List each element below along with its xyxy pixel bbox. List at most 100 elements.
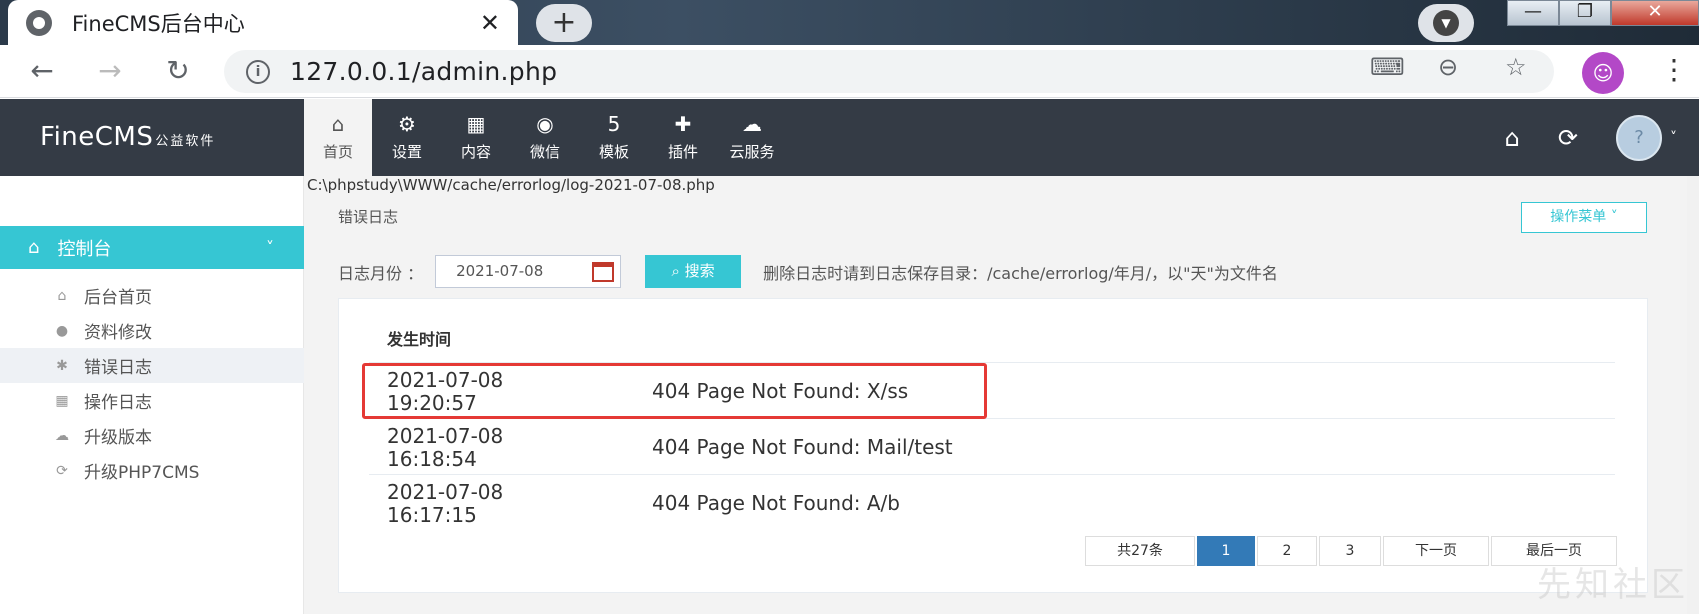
cloud-icon: ☁	[55, 427, 69, 444]
table-row: 2021-07-08 16:18:54 404 Page Not Found: …	[369, 419, 1615, 475]
nav-wechat[interactable]: ◉ 微信	[511, 99, 579, 176]
sidebar-item-label: 升级PHP7CMS	[84, 463, 200, 483]
search-button[interactable]: ⌕ 搜索	[645, 255, 742, 288]
log-table: 发生时间 2021-07-08 19:20:57 404 Page Not Fo…	[362, 317, 1615, 531]
close-tab-icon[interactable]: ✕	[480, 9, 500, 37]
more-menu-icon[interactable]: ⋮	[1660, 53, 1688, 86]
nav-plugins[interactable]: ✚ 插件	[649, 99, 717, 176]
sidebar-item-home[interactable]: ⌂ 后台首页	[0, 278, 304, 313]
row-clock: 16:18:54	[387, 447, 477, 471]
row-date: 2021-07-08	[387, 424, 504, 448]
sidebar-header-label: 控制台	[57, 238, 112, 260]
chevron-down-icon: ˅	[266, 238, 274, 257]
table-row: 2021-07-08 16:17:15 404 Page Not Found: …	[369, 475, 1615, 531]
sidebar-item-upgrade-php7cms[interactable]: ⟳ 升级PHP7CMS	[0, 453, 304, 488]
date-value: 2021-07-08	[456, 262, 544, 280]
delete-note: 删除日志时请到日志保存目录：/cache/errorlog/年月/，以"天"为文…	[763, 263, 1278, 283]
sidebar-item-label: 错误日志	[84, 358, 152, 378]
nav-template[interactable]: 5 模板	[580, 99, 648, 176]
home-icon: ⌂	[57, 287, 67, 304]
star-icon[interactable]: ☆	[1505, 53, 1527, 81]
log-panel: 发生时间 2021-07-08 19:20:57 404 Page Not Fo…	[338, 298, 1648, 593]
table-header-time: 发生时间	[369, 317, 1615, 363]
file-path: C:\phpstudy\WWW/cache/errorlog/log-2021-…	[307, 176, 715, 194]
date-input[interactable]: 2021-07-08	[435, 255, 622, 288]
window-close-button[interactable]: ✕	[1611, 0, 1699, 26]
chevron-down-icon: ▼	[1433, 10, 1459, 36]
url-text: 127.0.0.1/admin.php	[290, 57, 558, 86]
filter-row: 日志月份 ： 2021-07-08 ⌕ 搜索 删除日志时请到日志保存目录：/ca…	[338, 255, 1278, 288]
user-icon: ●	[55, 322, 69, 339]
table-row: 2021-07-08 19:20:57 404 Page Not Found: …	[362, 363, 1615, 419]
search-label: 搜索	[684, 262, 715, 280]
sidebar-item-label: 升级版本	[84, 428, 152, 448]
forward-icon[interactable]: →	[92, 53, 128, 89]
refresh-icon[interactable]: ⟳	[1558, 124, 1578, 152]
nav-content[interactable]: ▦ 内容	[442, 99, 510, 176]
sidebar-item-profile[interactable]: ● 资料修改	[0, 313, 304, 348]
globe-icon	[26, 9, 52, 36]
home-icon[interactable]: ⌂	[1505, 124, 1520, 152]
sidebar-header-dashboard[interactable]: ⌂ 控制台 ˅	[0, 226, 304, 269]
browser-tab-strip: FineCMS后台中心 ✕ + ▼ — ❐ ✕	[0, 0, 1699, 45]
logo-text: FineCMS	[40, 122, 154, 152]
zoom-icon[interactable]: ⊖	[1438, 53, 1458, 81]
calendar-icon[interactable]	[592, 262, 615, 282]
nav-label: 设置	[391, 143, 422, 161]
browser-tab[interactable]: FineCMS后台中心 ✕	[8, 0, 518, 45]
sidebar-list: ⌂ 后台首页 ● 资料修改 ✱ 错误日志 ▦ 操作日志 ☁ 升级版本 ⟳ 升级P…	[0, 278, 304, 488]
app-header: FineCMS 公益软件 ⌂ 首页 ⚙ 设置 ▦ 内容 ◉ 微信 5 模板 ✚ 插…	[0, 99, 1699, 176]
nav-label: 云服务	[729, 143, 775, 161]
sidebar-item-error-log[interactable]: ✱ 错误日志	[0, 348, 304, 383]
sidebar: ⌂ 控制台 ˅ ⌂ 后台首页 ● 资料修改 ✱ 错误日志 ▦ 操作日志 ☁ 升级…	[0, 176, 304, 614]
new-tab-button[interactable]: +	[536, 4, 592, 42]
address-bar: ← → ↻ i 127.0.0.1/admin.php ⌨ ⊖ ☆ ☺ ⋮	[0, 45, 1699, 98]
puzzle-icon: ✚	[674, 112, 692, 136]
sidebar-item-upgrade[interactable]: ☁ 升级版本	[0, 418, 304, 453]
page-3-button[interactable]: 3	[1319, 536, 1381, 566]
nav-cloud[interactable]: ☁ 云服务	[718, 99, 786, 176]
nav-label: 插件	[667, 143, 698, 161]
action-menu-button[interactable]: 操作菜单 ˅	[1521, 202, 1647, 233]
home-icon: ⌂	[331, 112, 345, 136]
nav-label: 首页	[322, 143, 353, 161]
tab-search-button[interactable]: ▼	[1418, 4, 1474, 42]
url-input[interactable]: i 127.0.0.1/admin.php	[224, 50, 1554, 93]
back-icon[interactable]: ←	[24, 53, 60, 89]
main-content: C:\phpstudy\WWW/cache/errorlog/log-2021-…	[304, 176, 1699, 614]
nav-settings[interactable]: ⚙ 设置	[373, 99, 441, 176]
page-1-button[interactable]: 1	[1197, 536, 1255, 566]
page-2-button[interactable]: 2	[1257, 536, 1317, 566]
chevron-down-icon[interactable]: ˅	[1670, 130, 1677, 146]
row-time: 2021-07-08 16:18:54	[387, 425, 587, 471]
bug-icon: ✱	[56, 357, 68, 374]
user-avatar[interactable]: ?	[1616, 114, 1662, 161]
scrollbar[interactable]	[1687, 176, 1699, 614]
logo-subtext: 公益软件	[155, 134, 216, 149]
grid-icon: ▦	[466, 112, 486, 136]
row-clock: 16:17:15	[387, 503, 477, 527]
nav-label: 内容	[460, 143, 491, 161]
reload-icon[interactable]: ↻	[160, 53, 196, 89]
top-nav: ⌂ 首页 ⚙ 设置 ▦ 内容 ◉ 微信 5 模板 ✚ 插件 ☁ 云服务	[304, 99, 787, 176]
calendar-icon: ▦	[55, 392, 69, 409]
next-page-button[interactable]: 下一页	[1383, 536, 1489, 566]
sidebar-item-label: 操作日志	[84, 393, 152, 413]
filter-label: 日志月份 ：	[338, 263, 424, 283]
page-title: 错误日志	[338, 208, 399, 226]
logo[interactable]: FineCMS 公益软件	[40, 99, 215, 176]
nav-home[interactable]: ⌂ 首页	[304, 99, 372, 176]
profile-avatar[interactable]: ☺	[1582, 52, 1624, 94]
gear-icon: ⚙	[398, 112, 416, 136]
maximize-button[interactable]: ❐	[1559, 0, 1611, 26]
translate-icon[interactable]: ⌨	[1370, 53, 1405, 81]
row-message: 404 Page Not Found: A/b	[652, 491, 900, 515]
nav-label: 模板	[598, 143, 629, 161]
html5-icon: 5	[607, 112, 621, 136]
minimize-button[interactable]: —	[1507, 0, 1559, 26]
info-icon[interactable]: i	[246, 59, 270, 84]
sidebar-item-operation-log[interactable]: ▦ 操作日志	[0, 383, 304, 418]
nav-label: 微信	[529, 143, 560, 161]
row-message: 404 Page Not Found: Mail/test	[652, 435, 953, 459]
sidebar-item-label: 后台首页	[84, 288, 152, 308]
